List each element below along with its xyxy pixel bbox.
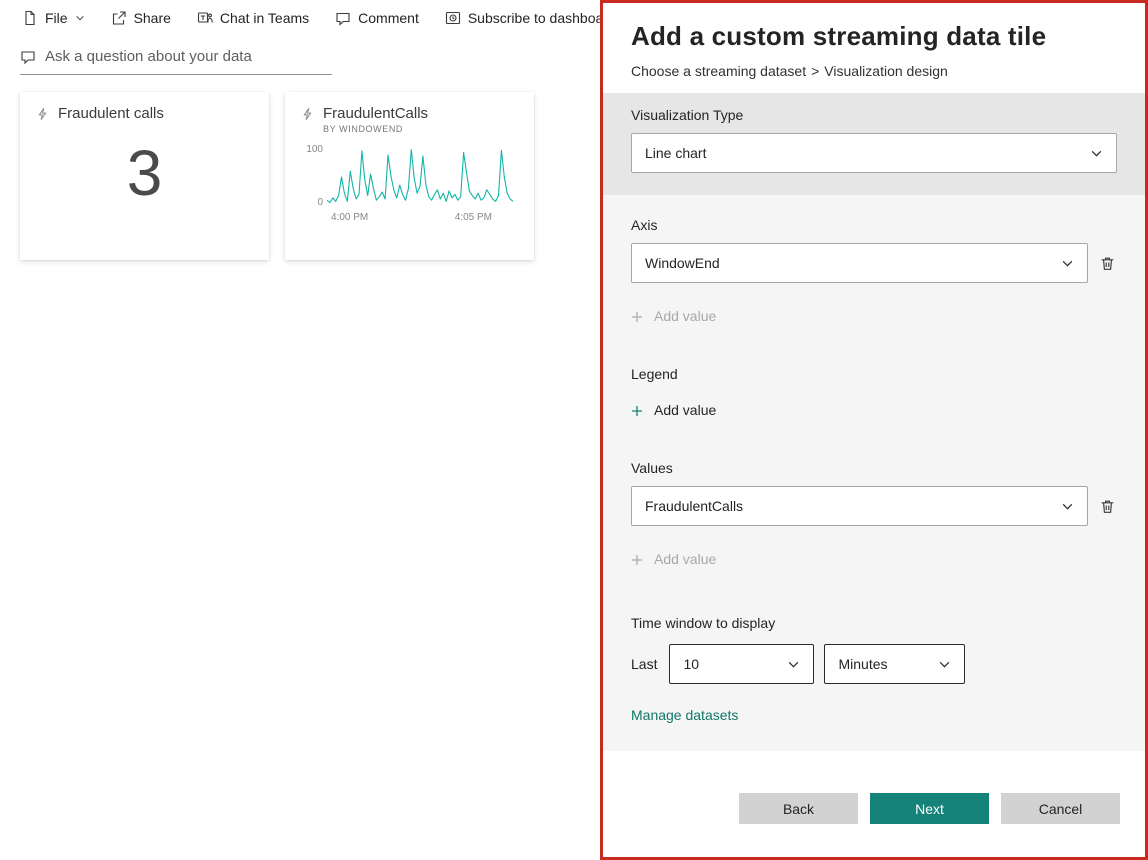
file-icon xyxy=(22,10,38,26)
toolbar-teams-button[interactable]: Chat in Teams xyxy=(197,10,309,26)
axis-add-value-button[interactable]: Add value xyxy=(631,308,716,324)
qa-input[interactable] xyxy=(45,48,332,65)
toolbar: File Share Chat in Teams Comment Subscri… xyxy=(0,0,657,36)
panel-header: Add a custom streaming data tile Choose … xyxy=(603,3,1145,93)
axis-label: Axis xyxy=(631,217,658,233)
plus-icon xyxy=(631,553,643,565)
dashboard-background: File Share Chat in Teams Comment Subscri… xyxy=(0,0,657,860)
teams-icon xyxy=(197,10,213,26)
legend-add-value-button[interactable]: Add value xyxy=(631,402,716,418)
chevron-down-icon xyxy=(75,13,85,23)
axis-value: WindowEnd xyxy=(645,255,720,271)
visualization-type-value: Line chart xyxy=(645,145,707,161)
values-dropdown[interactable]: FraudulentCalls xyxy=(631,486,1089,526)
chevron-down-icon xyxy=(787,658,800,671)
sparkline-chart xyxy=(327,149,513,204)
plus-icon xyxy=(631,310,643,322)
toolbar-subscribe-button[interactable]: Subscribe to dashboard xyxy=(445,10,616,26)
axis-section: Axis WindowEnd Add value xyxy=(603,217,1145,324)
time-window-amount-value: 10 xyxy=(683,656,700,672)
chevron-down-icon xyxy=(1090,147,1103,160)
toolbar-subscribe-label: Subscribe to dashboard xyxy=(467,10,616,26)
toolbar-file-button[interactable]: File xyxy=(22,10,85,26)
breadcrumb-step2: Visualization design xyxy=(824,63,948,79)
panel-title: Add a custom streaming data tile xyxy=(631,21,1047,51)
lightning-icon xyxy=(36,107,50,121)
screen: File Share Chat in Teams Comment Subscri… xyxy=(0,0,1148,860)
values-value: FraudulentCalls xyxy=(645,498,744,514)
time-window-unit-dropdown[interactable]: Minutes xyxy=(824,644,966,684)
breadcrumb-step1: Choose a streaming dataset xyxy=(631,63,807,79)
toolbar-file-label: File xyxy=(45,10,68,26)
axis-add-value-label: Add value xyxy=(654,308,717,324)
tile-fraudulentcalls-chart[interactable]: FraudulentCalls BY WINDOWEND 100 0 4:00 … xyxy=(285,92,534,260)
y-tick-max: 100 xyxy=(306,144,323,155)
next-button[interactable]: Next xyxy=(870,793,989,824)
axis-dropdown[interactable]: WindowEnd xyxy=(631,243,1089,283)
share-icon xyxy=(111,10,127,26)
panel-body: Visualization Type Line chart Axis Windo… xyxy=(603,93,1145,751)
toolbar-comment-label: Comment xyxy=(358,10,419,26)
qa-search-box[interactable] xyxy=(20,48,332,75)
time-window-section: Time window to display Last 10 Minutes M… xyxy=(603,615,1145,725)
chevron-down-icon xyxy=(938,658,951,671)
trash-icon xyxy=(1099,255,1117,272)
toolbar-share-button[interactable]: Share xyxy=(111,10,171,26)
trash-icon xyxy=(1099,498,1117,515)
subscribe-icon xyxy=(445,10,461,26)
visualization-type-dropdown[interactable]: Line chart xyxy=(631,133,1117,173)
tile-title: Fraudulent calls xyxy=(58,105,164,122)
toolbar-share-label: Share xyxy=(133,10,171,26)
toolbar-teams-label: Chat in Teams xyxy=(219,10,310,26)
manage-datasets-link[interactable]: Manage datasets xyxy=(631,707,738,723)
comment-icon xyxy=(335,10,351,26)
visualization-type-section: Visualization Type Line chart xyxy=(603,93,1145,195)
visualization-type-label: Visualization Type xyxy=(631,107,744,123)
plus-icon xyxy=(631,404,643,416)
chevron-down-icon xyxy=(1061,500,1074,513)
x-tick-start: 4:00 PM xyxy=(331,212,369,223)
breadcrumb-separator: > xyxy=(811,63,820,79)
x-axis-labels: 4:00 PM 4:05 PM xyxy=(331,212,518,223)
lightning-icon xyxy=(301,107,315,121)
dashboard-tiles: Fraudulent calls 3 FraudulentCalls BY WI… xyxy=(20,92,534,260)
y-tick-min: 0 xyxy=(317,197,323,208)
time-window-amount-dropdown[interactable]: 10 xyxy=(669,644,815,684)
tile-header: Fraudulent calls xyxy=(36,105,253,122)
legend-add-value-label: Add value xyxy=(654,402,717,418)
time-window-last-label: Last xyxy=(631,656,658,672)
back-button[interactable]: Back xyxy=(739,793,858,824)
chevron-down-icon xyxy=(1061,257,1074,270)
tile-title: FraudulentCalls xyxy=(323,105,429,122)
x-tick-end: 4:05 PM xyxy=(454,212,492,223)
tile-subtitle: BY WINDOWEND xyxy=(323,124,404,134)
values-add-value-button[interactable]: Add value xyxy=(631,551,716,567)
time-window-label: Time window to display xyxy=(631,615,776,631)
tile-fraudulent-calls[interactable]: Fraudulent calls 3 xyxy=(20,92,269,260)
toolbar-comment-button[interactable]: Comment xyxy=(335,10,419,26)
legend-label: Legend xyxy=(631,366,678,382)
time-window-unit-value: Minutes xyxy=(838,656,888,672)
legend-section: Legend Add value xyxy=(603,366,1145,418)
axis-remove-button[interactable] xyxy=(1099,254,1117,272)
tile-card-value: 3 xyxy=(126,137,163,209)
panel-footer: Back Next Cancel xyxy=(603,751,1145,857)
values-section: Values FraudulentCalls Add value xyxy=(603,460,1145,567)
tile-header: FraudulentCalls xyxy=(301,105,518,122)
values-label: Values xyxy=(631,460,673,476)
cancel-button[interactable]: Cancel xyxy=(1001,793,1120,824)
y-axis-labels: 100 0 xyxy=(301,144,327,208)
breadcrumb: Choose a streaming dataset > Visualization… xyxy=(631,63,1117,79)
line-chart: 100 0 xyxy=(301,144,518,208)
qa-bubble-icon xyxy=(20,49,36,65)
values-remove-button[interactable] xyxy=(1099,497,1117,515)
values-add-value-label: Add value xyxy=(654,551,717,567)
streaming-tile-panel: Add a custom streaming data tile Choose … xyxy=(600,0,1148,860)
